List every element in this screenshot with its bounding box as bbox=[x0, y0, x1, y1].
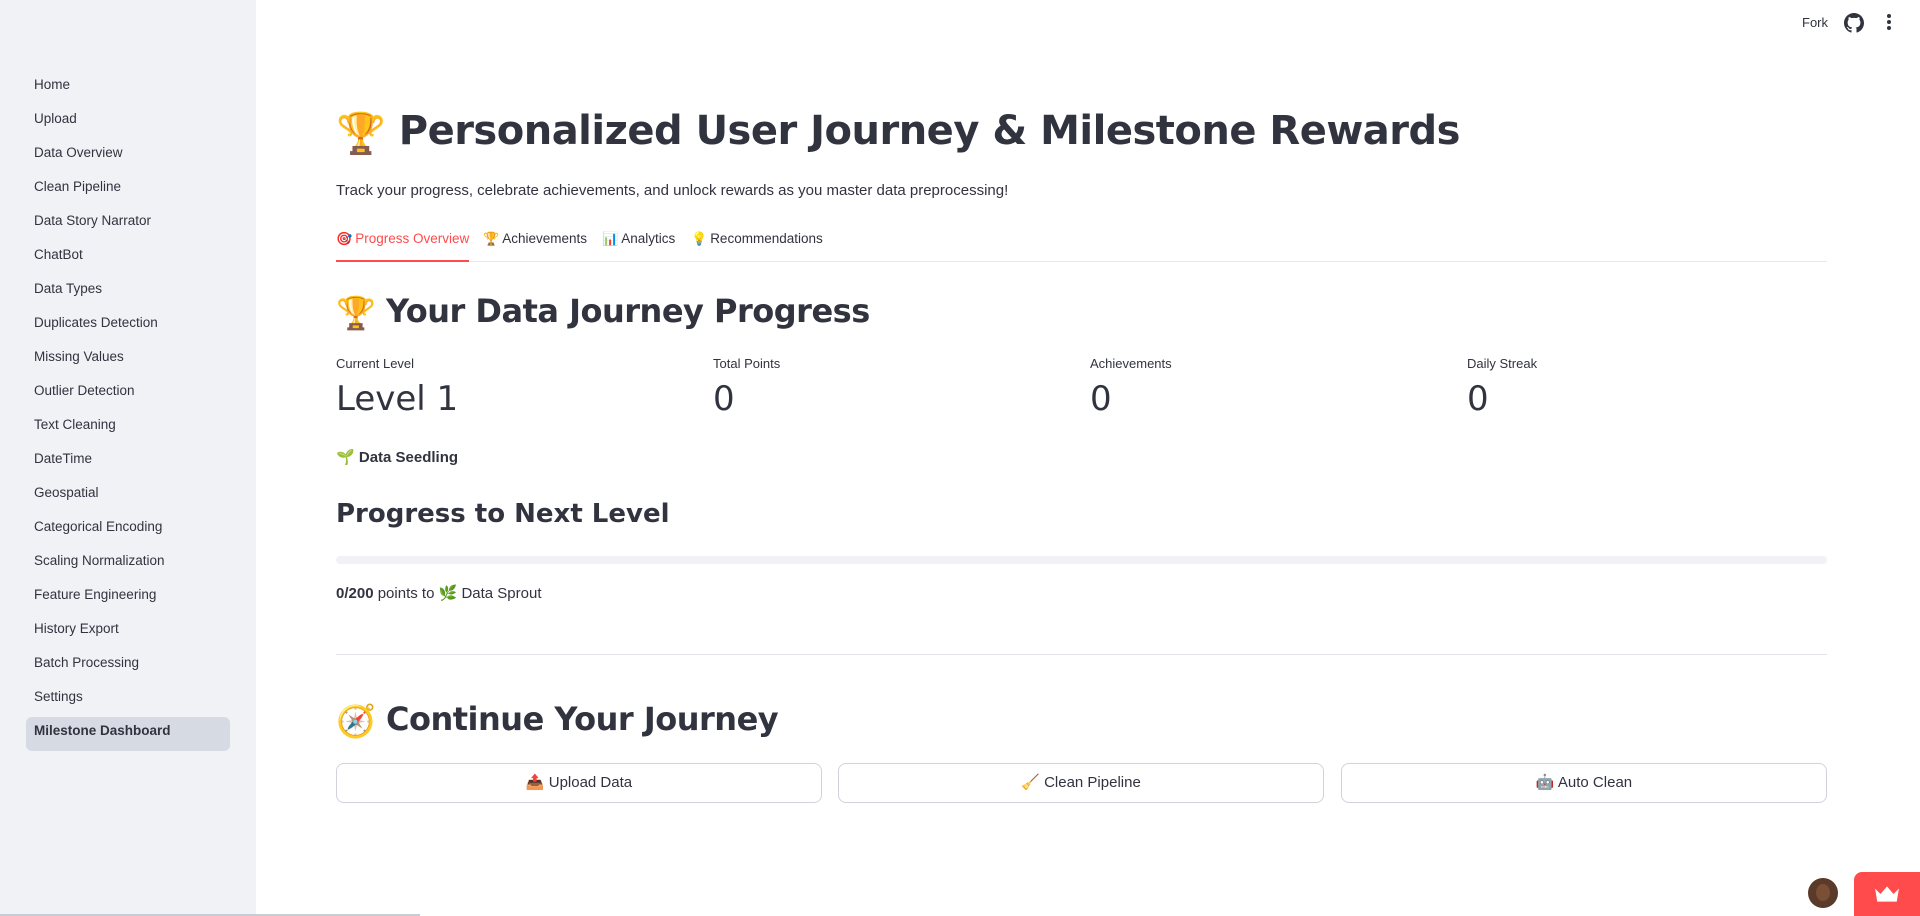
compass-icon: 🧭 bbox=[336, 702, 376, 740]
upload-data-button[interactable]: 📤 Upload Data bbox=[336, 763, 822, 803]
clean-pipeline-button[interactable]: 🧹 Clean Pipeline bbox=[838, 763, 1324, 803]
trophy-icon: 🏆 bbox=[336, 294, 376, 332]
seedling-icon: 🌱 bbox=[336, 449, 355, 466]
sidebar-item-chatbot[interactable]: ChatBot bbox=[26, 241, 230, 275]
tab-analytics[interactable]: 📊 Analytics bbox=[602, 228, 675, 262]
tab-bar: 🎯 Progress Overview 🏆 Achievements 📊 Analyt… bbox=[336, 228, 1827, 262]
crown-icon bbox=[1875, 886, 1899, 902]
fork-button[interactable]: Fork bbox=[1802, 15, 1828, 30]
metric-label: Total Points bbox=[713, 356, 781, 371]
progress-points: 0/200 bbox=[336, 585, 374, 602]
section-title-continue: 🧭 Continue Your Journey bbox=[336, 700, 779, 740]
trophy-icon: 🏆 bbox=[336, 110, 386, 157]
sidebar-item-data-overview[interactable]: Data Overview bbox=[26, 139, 230, 173]
sidebar-item-datetime[interactable]: DateTime bbox=[26, 445, 230, 479]
metric-total-points: Total Points 0 bbox=[713, 356, 1073, 419]
next-level-name: Data Sprout bbox=[461, 585, 542, 602]
progress-bar bbox=[336, 556, 1827, 564]
sidebar-item-duplicates-detection[interactable]: Duplicates Detection bbox=[26, 309, 230, 343]
sidebar-item-missing-values[interactable]: Missing Values bbox=[26, 343, 230, 377]
streamlit-badge-button[interactable] bbox=[1854, 872, 1920, 916]
page-subtitle: Track your progress, celebrate achieveme… bbox=[336, 182, 1009, 199]
sidebar-item-upload[interactable]: Upload bbox=[26, 105, 230, 139]
robot-icon: 🤖 bbox=[1535, 774, 1555, 791]
sidebar-item-data-types[interactable]: Data Types bbox=[26, 275, 230, 309]
metric-label: Current Level bbox=[336, 356, 415, 371]
lightbulb-icon: 💡 bbox=[691, 231, 708, 246]
sidebar-item-data-story-narrator[interactable]: Data Story Narrator bbox=[26, 207, 230, 241]
divider bbox=[336, 654, 1827, 655]
progress-heading: Progress to Next Level bbox=[336, 499, 670, 529]
tab-label: Progress Overview bbox=[355, 231, 470, 246]
tab-recommendations[interactable]: 💡 Recommendations bbox=[691, 228, 823, 262]
section-title-text: Your Data Journey Progress bbox=[385, 292, 870, 330]
more-vertical-icon[interactable] bbox=[1886, 14, 1892, 32]
section-title-progress: 🏆 Your Data Journey Progress bbox=[336, 292, 870, 332]
metric-value: Level 1 bbox=[336, 379, 459, 419]
sidebar-item-outlier-detection[interactable]: Outlier Detection bbox=[26, 377, 230, 411]
herb-icon: 🌿 bbox=[438, 585, 458, 602]
top-bar: Fork bbox=[256, 0, 1920, 46]
button-label: Clean Pipeline bbox=[1044, 774, 1141, 791]
metric-label: Achievements bbox=[1090, 356, 1172, 371]
sidebar-item-clean-pipeline[interactable]: Clean Pipeline bbox=[26, 173, 230, 207]
section-title-text: Continue Your Journey bbox=[385, 700, 779, 738]
tab-label: Analytics bbox=[621, 231, 676, 246]
auto-clean-button[interactable]: 🤖 Auto Clean bbox=[1341, 763, 1827, 803]
tab-label: Recommendations bbox=[710, 231, 823, 246]
sidebar-nav: Home Upload Data Overview Clean Pipeline… bbox=[26, 71, 230, 751]
target-icon: 🎯 bbox=[336, 231, 353, 246]
tab-label: Achievements bbox=[502, 231, 587, 246]
sidebar: Home Upload Data Overview Clean Pipeline… bbox=[0, 0, 256, 916]
sidebar-item-geospatial[interactable]: Geospatial bbox=[26, 479, 230, 513]
sidebar-item-categorical-encoding[interactable]: Categorical Encoding bbox=[26, 513, 230, 547]
metric-daily-streak: Daily Streak 0 bbox=[1467, 356, 1827, 419]
bar-chart-icon: 📊 bbox=[602, 231, 619, 246]
progress-middle-text: points to bbox=[373, 585, 439, 602]
sidebar-item-batch-processing[interactable]: Batch Processing bbox=[26, 649, 230, 683]
level-badge: 🌱 Data Seedling bbox=[336, 448, 458, 466]
level-badge-label: Data Seedling bbox=[358, 449, 459, 466]
button-label: Auto Clean bbox=[1557, 774, 1633, 791]
sidebar-item-feature-engineering[interactable]: Feature Engineering bbox=[26, 581, 230, 615]
tab-achievements[interactable]: 🏆 Achievements bbox=[483, 228, 587, 262]
page-title-text: Personalized User Journey & Milestone Re… bbox=[398, 108, 1461, 154]
sidebar-item-settings[interactable]: Settings bbox=[26, 683, 230, 717]
metric-value: 0 bbox=[713, 379, 735, 419]
avatar[interactable] bbox=[1808, 878, 1838, 908]
github-icon[interactable] bbox=[1844, 13, 1864, 33]
metric-value: 0 bbox=[1467, 379, 1489, 419]
sidebar-item-text-cleaning[interactable]: Text Cleaning bbox=[26, 411, 230, 445]
page-title: 🏆 Personalized User Journey & Milestone … bbox=[336, 108, 1460, 157]
broom-icon: 🧹 bbox=[1021, 774, 1040, 791]
sidebar-item-milestone-dashboard[interactable]: Milestone Dashboard bbox=[26, 717, 230, 751]
metric-value: 0 bbox=[1090, 379, 1112, 419]
trophy-icon: 🏆 bbox=[483, 231, 500, 246]
tab-progress-overview[interactable]: 🎯 Progress Overview bbox=[336, 228, 470, 262]
sidebar-item-scaling-normalization[interactable]: Scaling Normalization bbox=[26, 547, 230, 581]
progress-caption: 0/200 points to 🌿 Data Sprout bbox=[336, 584, 542, 602]
sidebar-item-history-export[interactable]: History Export bbox=[26, 615, 230, 649]
metric-achievements: Achievements 0 bbox=[1090, 356, 1450, 419]
metric-current-level: Current Level Level 1 bbox=[336, 356, 696, 419]
button-label: Upload Data bbox=[548, 774, 633, 791]
upload-icon: 📤 bbox=[525, 774, 545, 791]
metric-label: Daily Streak bbox=[1467, 356, 1538, 371]
sidebar-item-home[interactable]: Home bbox=[26, 71, 230, 105]
